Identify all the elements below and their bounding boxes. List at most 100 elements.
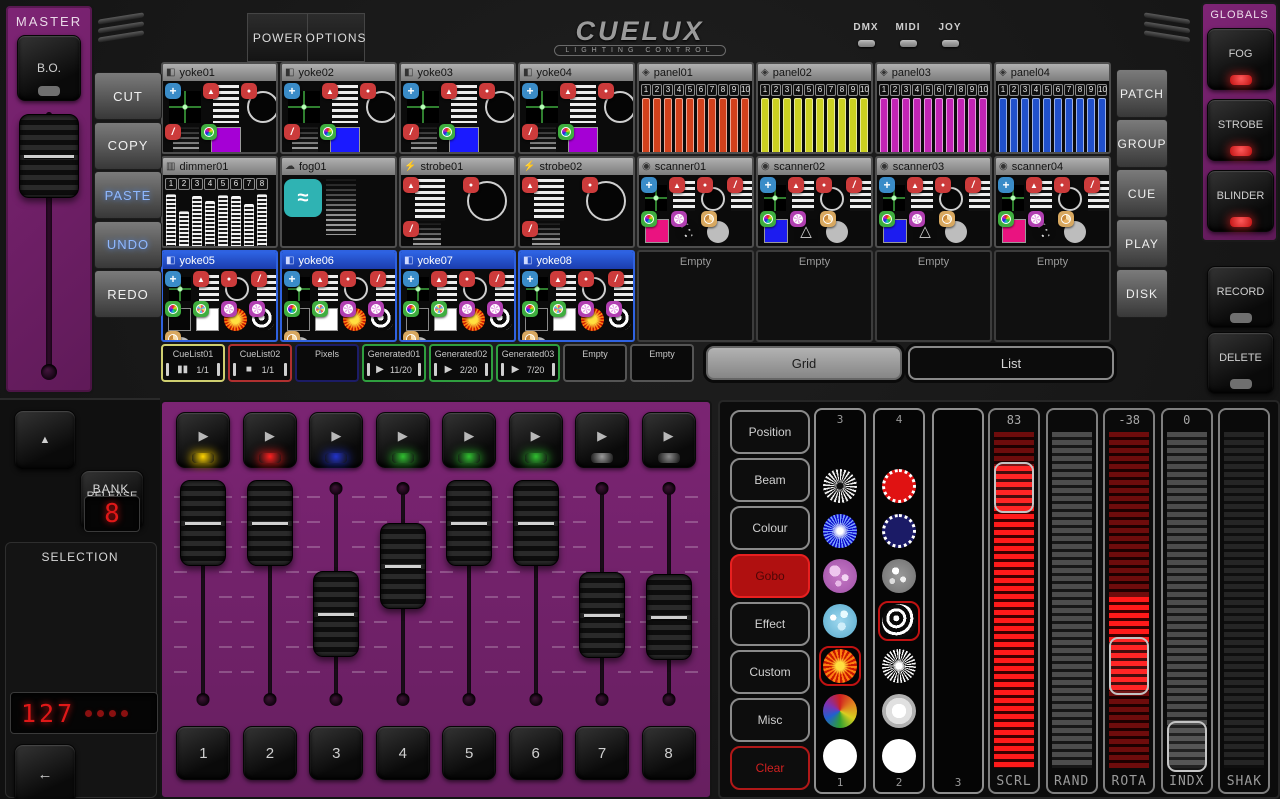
cell-4[interactable]: 4	[793, 84, 803, 153]
cell-10[interactable]: 10	[740, 84, 750, 153]
category-beam-button[interactable]: Beam	[730, 458, 810, 502]
category-misc-button[interactable]: Misc	[730, 698, 810, 742]
cell-10[interactable]: 10	[859, 84, 869, 153]
fixture-tile-strobe02[interactable]: ⚡strobe02▲●/	[518, 156, 635, 248]
wheel-fader-rand[interactable]: RAND	[1046, 408, 1098, 794]
category-gobo-button[interactable]: Gobo	[730, 554, 810, 598]
fixture-tile-yoke03[interactable]: ◧yoke03+▲●/	[399, 62, 516, 154]
view-list-button[interactable]: List	[908, 346, 1114, 380]
cell-5[interactable]: 5	[804, 84, 814, 153]
master-fader-knob[interactable]	[19, 114, 79, 198]
edit-button-undo[interactable]: UNDO	[94, 221, 162, 269]
cell-4[interactable]: 4	[912, 84, 922, 153]
gobo-swatch-ring-white[interactable]	[878, 691, 920, 731]
cell-6[interactable]: 6	[934, 84, 944, 153]
tab-disk[interactable]: DISK	[1116, 269, 1168, 318]
cell-2[interactable]: 2	[178, 178, 190, 247]
cell-8[interactable]: 8	[718, 84, 728, 153]
cell-10[interactable]: 10	[1097, 84, 1107, 153]
flash-button-2[interactable]: 2	[243, 726, 297, 780]
playback-tab-generated03[interactable]: Generated03▶7/20	[496, 344, 560, 382]
edit-button-cut[interactable]: CUT	[94, 72, 162, 120]
fader-knob[interactable]	[446, 480, 492, 566]
playback-tab-empty[interactable]: Empty	[563, 344, 627, 382]
flash-button-3[interactable]: 3	[309, 726, 363, 780]
flash-button-1[interactable]: 1	[176, 726, 230, 780]
fixture-slot-empty[interactable]: Empty	[756, 250, 873, 342]
playback-tab-pixels[interactable]: Pixels	[295, 344, 359, 382]
category-colour-button[interactable]: Colour	[730, 506, 810, 550]
cell-7[interactable]: 7	[945, 84, 955, 153]
global-fog-button[interactable]: FOG	[1207, 28, 1274, 90]
edit-button-redo[interactable]: REDO	[94, 270, 162, 318]
wheel-fader-handle[interactable]	[1109, 637, 1149, 695]
fixture-tile-yoke07[interactable]: ◧yoke07+▲●/	[399, 250, 516, 342]
fader-knob[interactable]	[247, 480, 293, 566]
fixture-slot-empty[interactable]: Empty	[637, 250, 754, 342]
fixture-tile-yoke01[interactable]: ◧yoke01+▲●/	[161, 62, 278, 154]
global-blinder-button[interactable]: BLINDER	[1207, 170, 1274, 232]
gobo-swatch-open-white[interactable]	[819, 736, 861, 776]
cell-4[interactable]: 4	[674, 84, 684, 153]
cell-5[interactable]: 5	[923, 84, 933, 153]
wheel-fader-handle[interactable]	[1167, 721, 1207, 772]
cell-5[interactable]: 5	[217, 178, 229, 247]
playback-tab-empty[interactable]: Empty	[630, 344, 694, 382]
delete-button[interactable]: DELETE	[1207, 332, 1274, 394]
edit-button-copy[interactable]: COPY	[94, 122, 162, 170]
global-strobe-button[interactable]: STROBE	[1207, 99, 1274, 161]
play-button-6[interactable]: ▶	[509, 412, 563, 468]
cell-2[interactable]: 2	[890, 84, 900, 153]
playback-tab-cuelist02[interactable]: CueList02■1/1	[228, 344, 292, 382]
wheel-fader-scrl[interactable]: 83SCRL	[988, 408, 1040, 794]
fixture-tile-yoke02[interactable]: ◧yoke02+▲●/	[280, 62, 397, 154]
wheel-fader-shak[interactable]: SHAK	[1218, 408, 1270, 794]
tab-play[interactable]: PLAY	[1116, 219, 1168, 268]
fixture-tile-strobe01[interactable]: ⚡strobe01▲●/	[399, 156, 516, 248]
cell-6[interactable]: 6	[1053, 84, 1063, 153]
cell-2[interactable]: 2	[771, 84, 781, 153]
channel-fader-8[interactable]	[638, 480, 700, 708]
category-position-button[interactable]: Position	[730, 410, 810, 454]
playback-tab-cuelist01[interactable]: CueList01▮▮1/1	[161, 344, 225, 382]
fixture-tile-dimmer01[interactable]: ▥dimmer0112345678	[161, 156, 278, 248]
cell-7[interactable]: 7	[243, 178, 255, 247]
cell-6[interactable]: 6	[815, 84, 825, 153]
cell-9[interactable]: 9	[729, 84, 739, 153]
cell-3[interactable]: 3	[191, 178, 203, 247]
cell-1[interactable]: 1	[879, 84, 889, 153]
cell-1[interactable]: 1	[998, 84, 1008, 153]
cell-2[interactable]: 2	[652, 84, 662, 153]
channel-fader-7[interactable]	[571, 480, 633, 708]
tab-patch[interactable]: PATCH	[1116, 69, 1168, 118]
fixture-tile-scanner03[interactable]: ◉scanner03+▲●/△	[875, 156, 992, 248]
gobo-swatch-spikes-dark[interactable]	[819, 466, 861, 506]
cell-5[interactable]: 5	[1042, 84, 1052, 153]
wheel-fader-handle[interactable]	[994, 462, 1034, 513]
cell-6[interactable]: 6	[696, 84, 706, 153]
play-button-2[interactable]: ▶	[243, 412, 297, 468]
fader-knob[interactable]	[313, 571, 359, 657]
play-button-3[interactable]: ▶	[309, 412, 363, 468]
cell-9[interactable]: 9	[1086, 84, 1096, 153]
gobo-swatch-open-white[interactable]	[878, 736, 920, 776]
fixture-tile-scanner02[interactable]: ◉scanner02+▲●/△	[756, 156, 873, 248]
flash-button-7[interactable]: 7	[575, 726, 629, 780]
fixture-tile-scanner01[interactable]: ◉scanner01+▲●/	[637, 156, 754, 248]
power-button[interactable]: POWER	[247, 13, 309, 62]
cell-4[interactable]: 4	[1031, 84, 1041, 153]
play-button-8[interactable]: ▶	[642, 412, 696, 468]
cell-10[interactable]: 10	[978, 84, 988, 153]
cell-7[interactable]: 7	[1064, 84, 1074, 153]
cell-7[interactable]: 7	[826, 84, 836, 153]
category-custom-button[interactable]: Custom	[730, 650, 810, 694]
fixture-tile-panel04[interactable]: ◈panel0412345678910	[994, 62, 1111, 154]
channel-fader-4[interactable]	[372, 480, 434, 708]
tab-cue[interactable]: CUE	[1116, 169, 1168, 218]
channel-fader-1[interactable]	[172, 480, 234, 708]
tab-group[interactable]: GROUP	[1116, 119, 1168, 168]
fixture-tile-scanner04[interactable]: ◉scanner04+▲●/	[994, 156, 1111, 248]
gobo-swatch-shards-multi[interactable]	[819, 691, 861, 731]
cell-3[interactable]: 3	[782, 84, 792, 153]
cell-8[interactable]: 8	[256, 178, 268, 247]
